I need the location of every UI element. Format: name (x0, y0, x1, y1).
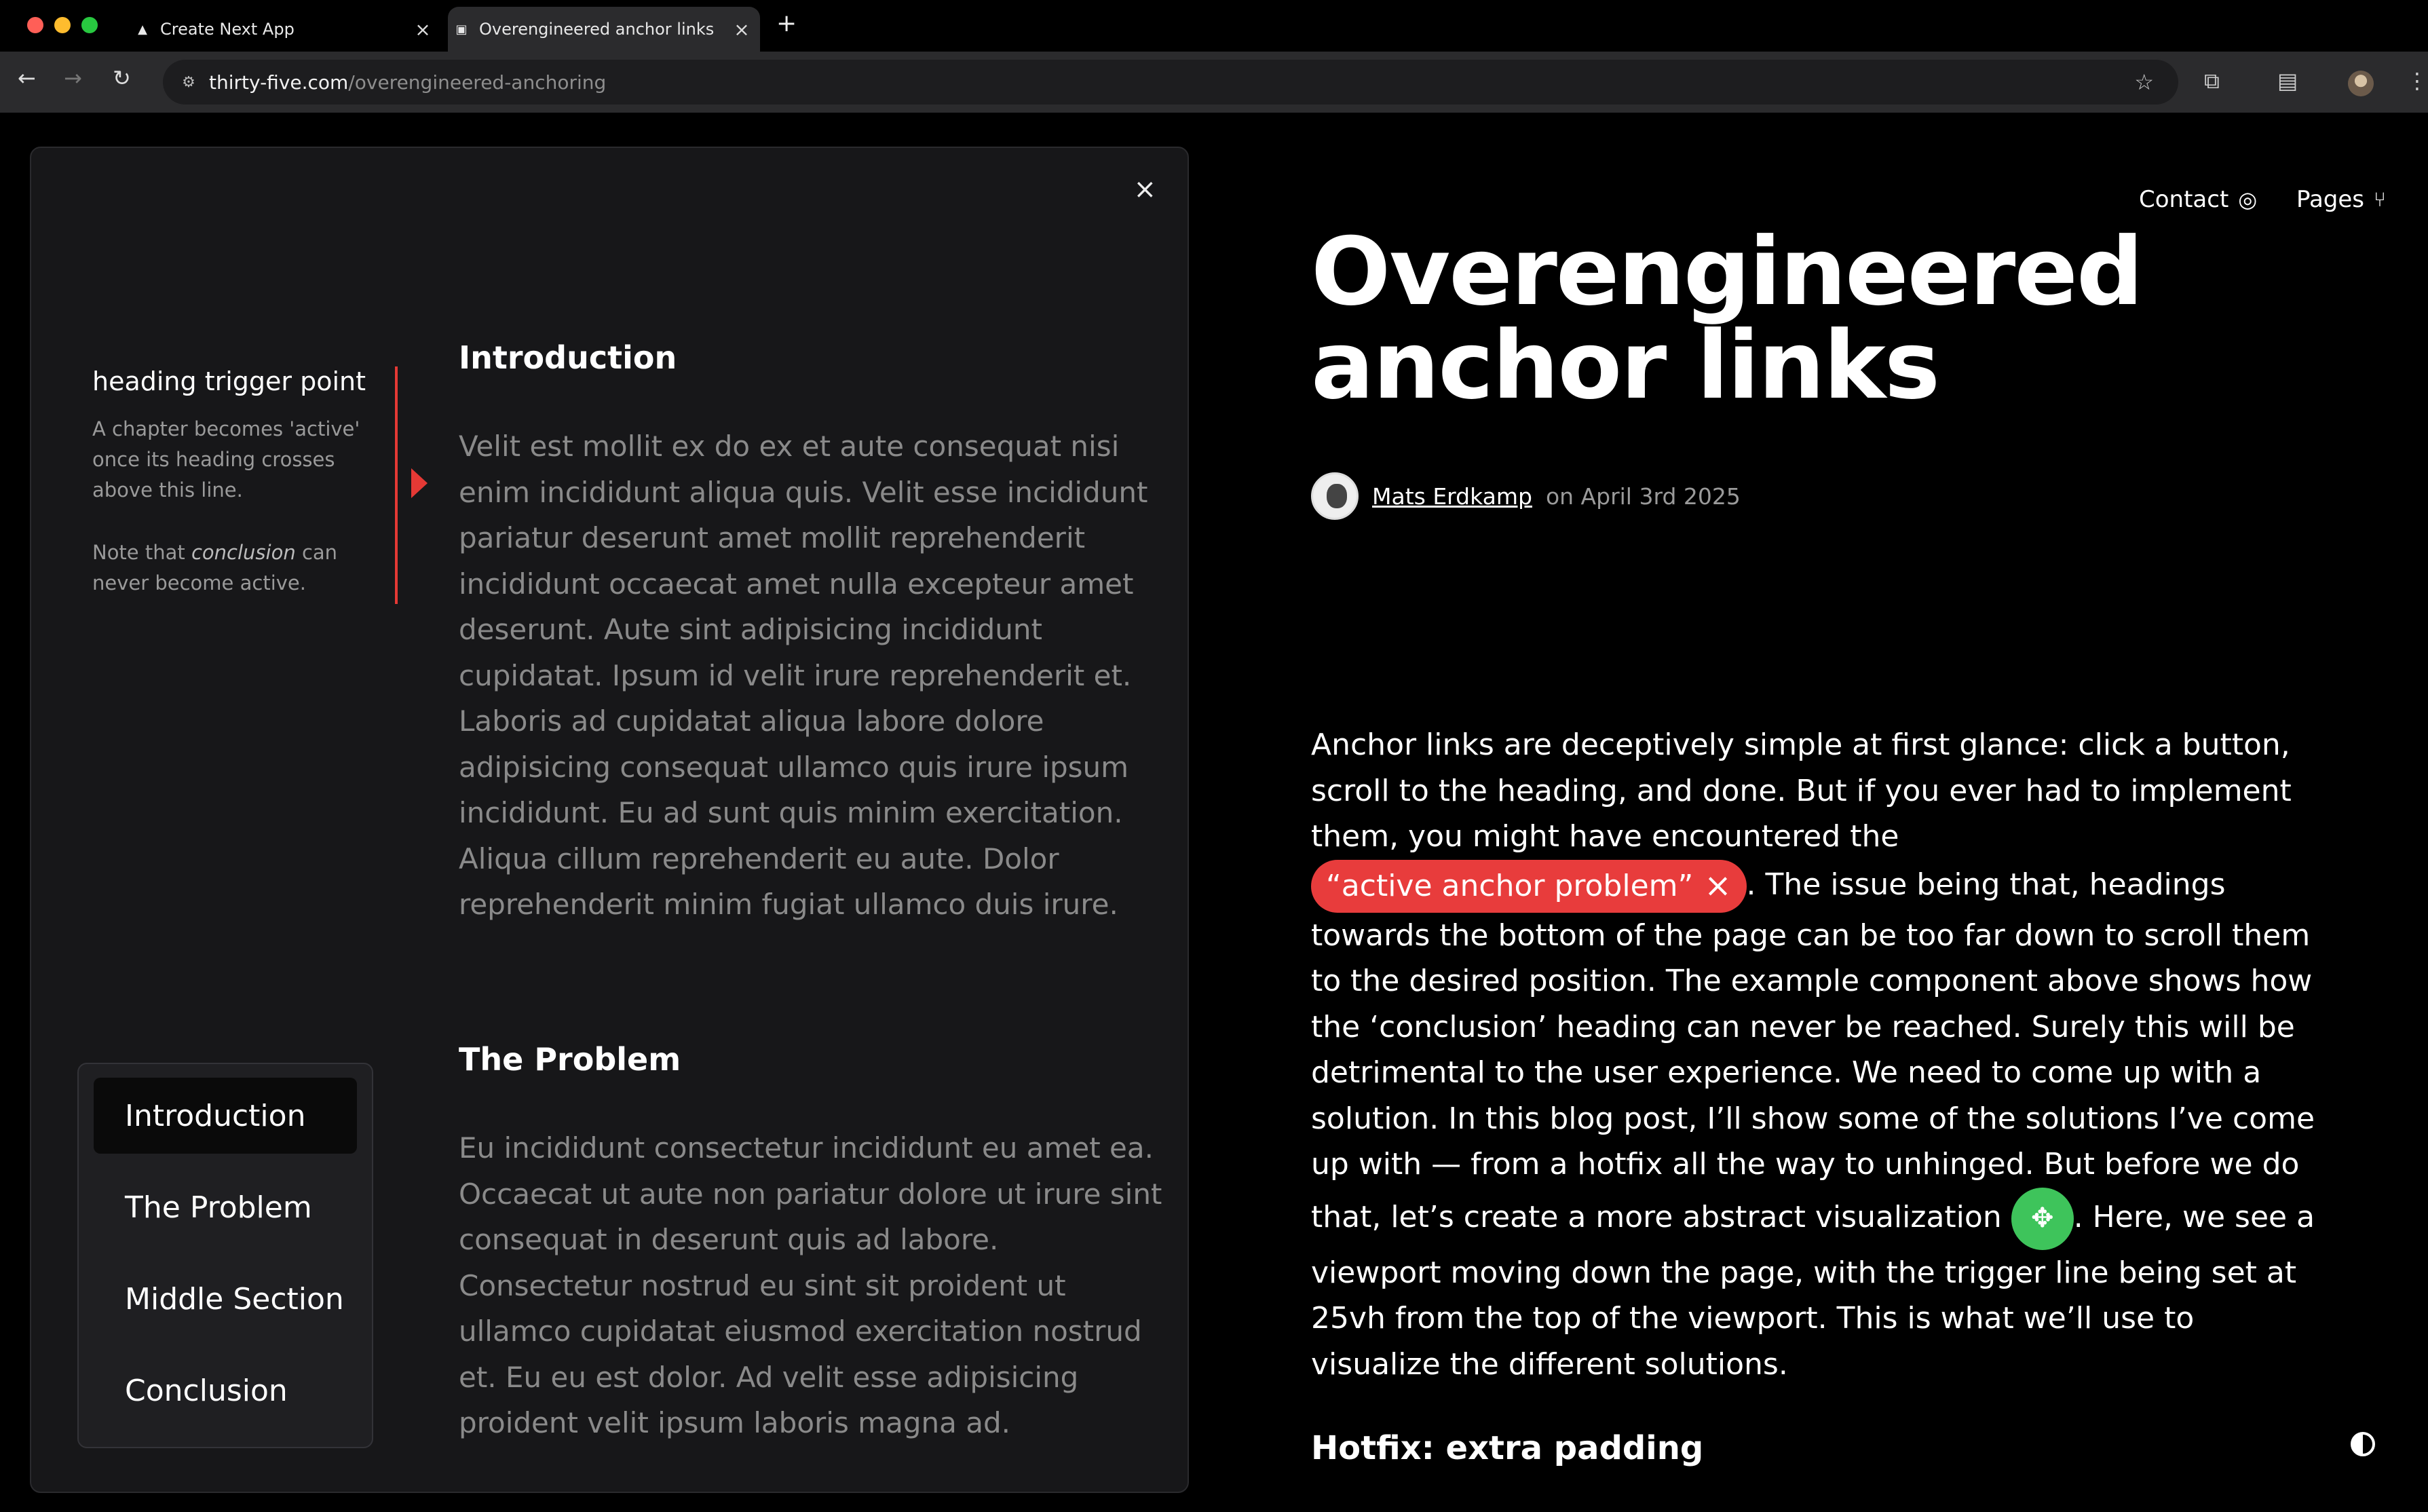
author-avatar (1311, 472, 1359, 520)
author-link[interactable]: Mats Erdkamp (1372, 483, 1532, 510)
tab-title: Create Next App (160, 20, 295, 39)
minimize-window-button[interactable] (54, 17, 71, 33)
active-anchor-chip[interactable]: “active anchor problem” × (1311, 859, 1747, 913)
close-window-button[interactable] (27, 17, 43, 33)
trigger-description: A chapter becomes 'active' once its head… (92, 417, 360, 502)
browser-titlebar: ▲ Create Next App × ▣ Overengineered anc… (0, 0, 2428, 52)
visualization-toggle-icon[interactable]: ✥ (2011, 1187, 2074, 1250)
close-icon[interactable]: × (1704, 863, 1731, 909)
bookmark-star-icon[interactable]: ☆ (2134, 69, 2154, 95)
theme-toggle-icon[interactable] (2351, 1432, 2375, 1456)
reading-list-icon[interactable]: ▤ (2277, 68, 2298, 94)
demo-panel: × heading trigger point A chapter become… (30, 147, 1189, 1493)
publish-date: on April 3rd 2025 (1545, 483, 1741, 510)
contact-link[interactable]: Contact ◎ (2139, 186, 2257, 213)
section-heading-problem: The Problem (459, 1041, 681, 1078)
close-tab-icon[interactable]: × (723, 18, 760, 41)
browser-toolbar: ← → ↻ ⚙ thirty-five.com/overengineered-a… (0, 52, 2428, 113)
toc-item-conclusion[interactable]: Conclusion (94, 1353, 357, 1429)
site-info-icon[interactable]: ⚙ (168, 74, 209, 91)
article-paragraph: Anchor links are deceptively simple at f… (1311, 727, 2315, 1382)
toc-item-problem[interactable]: The Problem (94, 1169, 357, 1245)
reload-icon[interactable]: ↻ (113, 65, 131, 91)
section-body-introduction: Velit est mollit ex do ex et aute conseq… (459, 430, 1148, 921)
trigger-note: Note that conclusion can never become ac… (92, 541, 338, 594)
target-icon: ◎ (2238, 187, 2258, 212)
close-tab-icon[interactable]: × (404, 18, 441, 41)
extensions-icon[interactable]: ⧉ (2204, 68, 2220, 94)
page-icon: ▣ (455, 22, 468, 37)
author-line: Mats Erdkamp on April 3rd 2025 (1311, 472, 1741, 520)
branch-icon: ⑂ (2374, 187, 2387, 212)
toc-item-middle-section[interactable]: Middle Section (94, 1261, 357, 1337)
menu-kebab-icon[interactable]: ⋮ (2406, 68, 2428, 94)
trigger-title: heading trigger point (92, 366, 366, 396)
trigger-line (395, 366, 398, 604)
maximize-window-button[interactable] (81, 17, 98, 33)
tab-overengineered[interactable]: ▣ Overengineered anchor links × (448, 7, 760, 52)
new-tab-icon[interactable]: + (776, 10, 797, 37)
url-text: thirty-five.com/overengineered-anchoring (209, 71, 607, 94)
close-icon[interactable]: × (1133, 174, 1156, 205)
table-of-contents: Introduction The Problem Middle Section … (77, 1063, 373, 1448)
back-icon[interactable]: ← (18, 65, 36, 91)
tab-title: Overengineered anchor links (479, 20, 715, 39)
pages-link[interactable]: Pages ⑂ (2296, 186, 2386, 213)
profile-avatar[interactable] (2348, 71, 2374, 96)
section-body-problem: Eu incididunt consectetur incididunt eu … (459, 1131, 1162, 1439)
toc-item-introduction[interactable]: Introduction (94, 1078, 357, 1154)
section-heading-hotfix: Hotfix: extra padding (1311, 1429, 1704, 1467)
address-bar[interactable]: ⚙ thirty-five.com/overengineered-anchori… (163, 60, 2178, 105)
page-title: Overengineered anchor links (1311, 217, 2144, 420)
forward-icon[interactable]: → (64, 65, 82, 91)
section-heading-introduction: Introduction (459, 339, 677, 376)
triangle-icon: ▲ (138, 22, 147, 37)
tab-create-next-app[interactable]: ▲ Create Next App × (129, 7, 441, 52)
page: × heading trigger point A chapter become… (0, 113, 2428, 1512)
trigger-arrow-icon (411, 468, 428, 498)
